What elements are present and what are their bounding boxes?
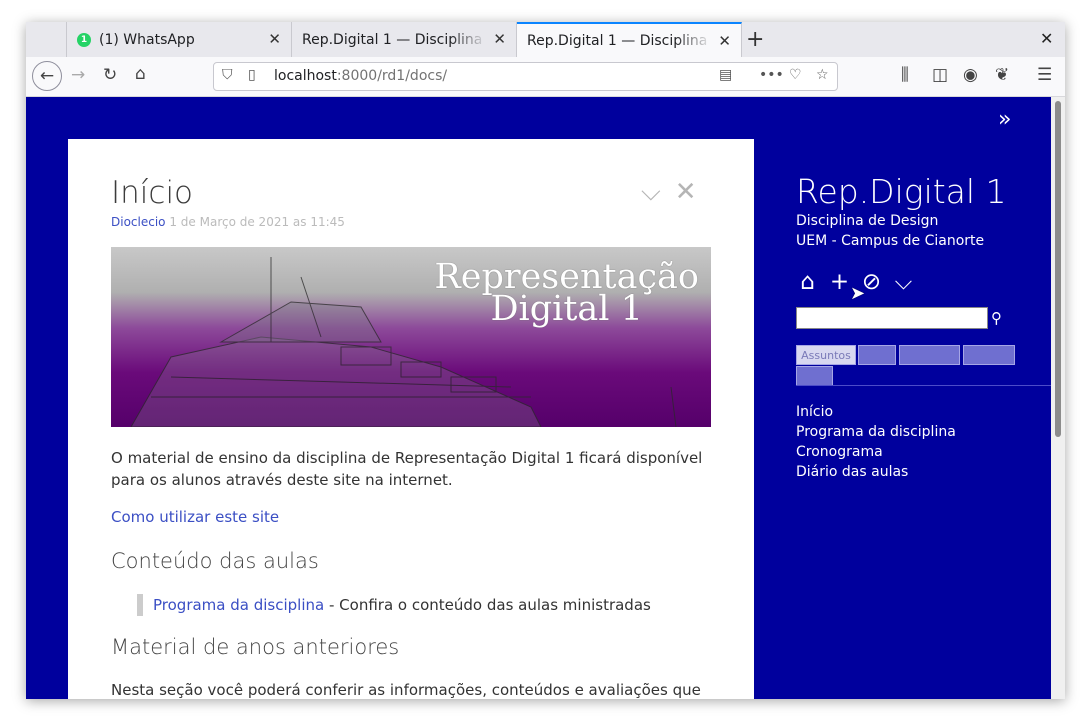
mouse-cursor: ➤ bbox=[850, 283, 866, 304]
browser-window: 1 (1) WhatsApp ✕ Rep.Digital 1 — Discipl… bbox=[26, 22, 1065, 699]
account-icon[interactable]: ◉ bbox=[963, 65, 978, 85]
sidebar-nav: Início Programa da disciplina Cronograma… bbox=[796, 402, 956, 482]
tab-assuntos[interactable]: Assuntos bbox=[796, 345, 856, 365]
tab-repdigital-2[interactable]: Rep.Digital 1 — Disciplina de Design ✕ bbox=[517, 22, 742, 57]
sidebar-item-diario[interactable]: Diário das aulas bbox=[796, 462, 956, 482]
reader-view-icon[interactable]: ▤ bbox=[719, 67, 732, 83]
forward-button[interactable]: → bbox=[71, 65, 85, 85]
back-button[interactable]: ← bbox=[32, 61, 62, 91]
library-icon[interactable]: ⫼ bbox=[901, 65, 909, 85]
page-scrollbar[interactable] bbox=[1051, 97, 1065, 699]
tab-divider bbox=[796, 385, 1051, 386]
article-date: 1 de Março de 2021 as 11:45 bbox=[169, 215, 345, 229]
help-paragraph: Como utilizar este site bbox=[111, 506, 711, 528]
sidebar-item-cronograma[interactable]: Cronograma bbox=[796, 442, 956, 462]
tab-whatsapp[interactable]: 1 (1) WhatsApp ✕ bbox=[66, 22, 292, 57]
banner-image: Representação Digital 1 bbox=[111, 247, 711, 427]
scrollbar-thumb[interactable] bbox=[1055, 101, 1061, 437]
article-meta: Dioclecio 1 de Março de 2021 as 11:45 bbox=[111, 215, 345, 229]
article-card: Início ⌵ ✕ Dioclecio 1 de Março de 2021 a… bbox=[68, 139, 754, 699]
section-quote: Programa da disciplina - Confira o conte… bbox=[137, 594, 651, 616]
site-title: Rep.Digital 1 bbox=[796, 172, 1007, 211]
banner-title: Representação Digital 1 bbox=[434, 260, 699, 329]
home-icon[interactable]: ⌂ bbox=[796, 269, 819, 295]
expand-sidebar-icon[interactable]: » bbox=[998, 107, 1011, 132]
section-heading-archive: Material de anos anteriores bbox=[111, 635, 400, 659]
url-host: localhost bbox=[274, 68, 337, 84]
author-link[interactable]: Dioclecio bbox=[111, 215, 166, 229]
extension-icon[interactable]: ❦ bbox=[995, 65, 1009, 85]
window-close-button[interactable]: ✕ bbox=[1040, 29, 1053, 48]
more-actions-icon[interactable]: ••• bbox=[759, 67, 784, 83]
page-viewport: Início ⌵ ✕ Dioclecio 1 de Março de 2021 a… bbox=[26, 97, 1051, 699]
intro-paragraph: O material de ensino da disciplina de Re… bbox=[111, 449, 703, 489]
sidebar-toggle-icon[interactable]: ◫ bbox=[932, 65, 948, 85]
archive-paragraph: Nesta seção você poderá conferir as info… bbox=[111, 681, 701, 699]
url-bar[interactable]: ⛉ ▯ localhost:8000/rd1/docs/ ▤ ••• ♡ ☆ bbox=[213, 62, 838, 91]
url-path: :8000/rd1/docs/ bbox=[336, 68, 448, 84]
new-tab-button[interactable]: + bbox=[746, 27, 764, 52]
card-controls: ⌵ ✕ bbox=[641, 177, 711, 208]
add-icon[interactable]: + bbox=[828, 269, 851, 295]
close-tab-icon[interactable]: ✕ bbox=[268, 30, 281, 48]
tab-bar-spacer bbox=[26, 22, 66, 57]
chevron-down-icon[interactable]: ⌵ bbox=[641, 177, 661, 207]
site-subtitle: Disciplina de Design bbox=[796, 213, 939, 229]
tab-4[interactable] bbox=[963, 345, 1015, 365]
tab-title: Rep.Digital 1 — Disciplina de Design bbox=[527, 32, 712, 49]
help-link[interactable]: Como utilizar este site bbox=[111, 508, 279, 526]
shield-icon[interactable]: ⛉ bbox=[222, 67, 233, 83]
site-campus: UEM - Campus de Cianorte bbox=[796, 233, 985, 249]
close-tab-icon[interactable]: ✕ bbox=[718, 32, 731, 50]
chevron-down-icon[interactable]: ⌵ bbox=[892, 269, 915, 295]
tab-repdigital-1[interactable]: Rep.Digital 1 — Disciplina de Design ✕ bbox=[292, 22, 517, 57]
tab-3[interactable] bbox=[899, 345, 960, 365]
search-input[interactable] bbox=[796, 307, 988, 329]
banner-title-line2: Digital 1 bbox=[490, 289, 643, 329]
program-link[interactable]: Programa da disciplina bbox=[153, 596, 324, 614]
bookmark-star-icon[interactable]: ☆ bbox=[816, 67, 829, 83]
url-text[interactable]: localhost:8000/rd1/docs/ bbox=[274, 68, 447, 84]
close-tab-icon[interactable]: ✕ bbox=[493, 30, 506, 48]
whatsapp-icon: 1 bbox=[77, 32, 91, 47]
tab-2[interactable] bbox=[858, 345, 896, 365]
page-icon: ▯ bbox=[248, 67, 256, 83]
sidebar-item-programa[interactable]: Programa da disciplina bbox=[796, 422, 956, 442]
close-icon[interactable]: ✕ bbox=[675, 177, 697, 207]
search-icon[interactable]: ⚲ bbox=[991, 309, 1002, 327]
pocket-icon[interactable]: ♡ bbox=[789, 67, 802, 83]
page-title: Início bbox=[111, 175, 194, 211]
reload-button[interactable]: ↻ bbox=[103, 65, 117, 85]
tab-title: Rep.Digital 1 — Disciplina de Design bbox=[302, 31, 487, 48]
navigation-toolbar: ← → ↻ ⌂ ⛉ ▯ localhost:8000/rd1/docs/ ▤ •… bbox=[26, 57, 1065, 97]
section-heading-content: Conteúdo das aulas bbox=[111, 549, 319, 573]
menu-icon[interactable]: ☰ bbox=[1037, 65, 1052, 85]
tab-5[interactable] bbox=[796, 366, 833, 386]
home-button[interactable]: ⌂ bbox=[135, 64, 146, 84]
program-description: - Confira o conteúdo das aulas ministrad… bbox=[324, 596, 651, 614]
tab-bar: 1 (1) WhatsApp ✕ Rep.Digital 1 — Discipl… bbox=[26, 22, 1065, 57]
tab-title: (1) WhatsApp bbox=[99, 31, 195, 48]
sidebar-item-inicio[interactable]: Início bbox=[796, 402, 956, 422]
